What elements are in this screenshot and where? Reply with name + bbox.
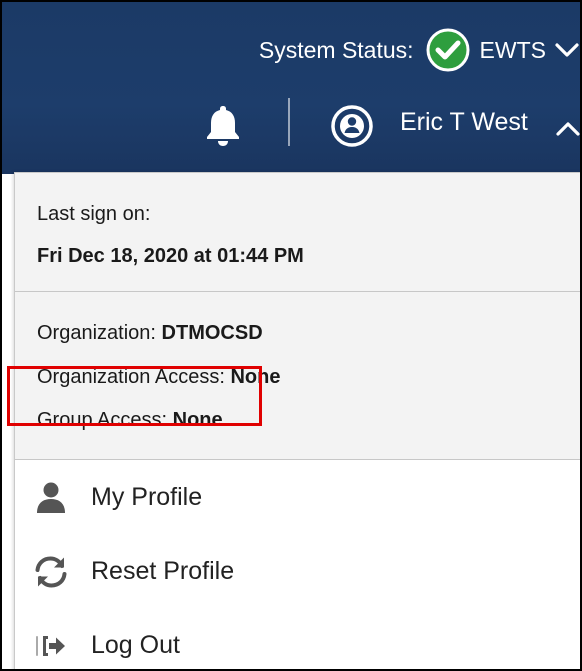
bell-icon[interactable] <box>200 102 246 148</box>
log-out-menu-item[interactable]: Log Out <box>15 613 580 669</box>
last-sign-on-label: Last sign on: <box>37 203 151 225</box>
user-icon <box>33 480 69 516</box>
my-profile-label: My Profile <box>91 483 203 511</box>
chevron-up-icon[interactable] <box>554 116 580 140</box>
organization-label: Organization: <box>37 322 156 344</box>
my-profile-menu-item[interactable]: My Profile <box>15 465 580 531</box>
user-circle-icon[interactable] <box>330 104 374 148</box>
user-name[interactable]: Eric T West <box>400 108 528 137</box>
sign-out-icon <box>33 628 69 664</box>
last-sign-on-section: Last sign on: Fri Dec 18, 2020 at 01:44 … <box>15 173 580 292</box>
app-frame: System Status: EWTS Eric T West Last sig… <box>0 0 582 671</box>
header-divider <box>288 98 290 146</box>
reset-profile-menu-item[interactable]: Reset Profile <box>15 539 580 605</box>
system-status[interactable]: System Status: EWTS <box>259 26 580 74</box>
last-sign-on-value: Fri Dec 18, 2020 at 01:44 PM <box>37 245 304 267</box>
log-out-label: Log Out <box>91 631 180 659</box>
top-navigation-bar: System Status: EWTS Eric T West <box>2 2 580 174</box>
check-circle-icon <box>426 28 470 72</box>
reset-profile-highlight <box>7 366 262 426</box>
user-row: Eric T West <box>2 98 580 156</box>
chevron-down-icon[interactable] <box>554 37 580 63</box>
system-status-label: System Status: <box>258 36 414 63</box>
refresh-icon <box>33 554 69 590</box>
reset-profile-label: Reset Profile <box>91 557 235 585</box>
organization-line: Organization: DTMOCSD <box>37 322 263 345</box>
organization-value: DTMOCSD <box>161 322 263 344</box>
system-status-value: EWTS <box>479 36 546 63</box>
